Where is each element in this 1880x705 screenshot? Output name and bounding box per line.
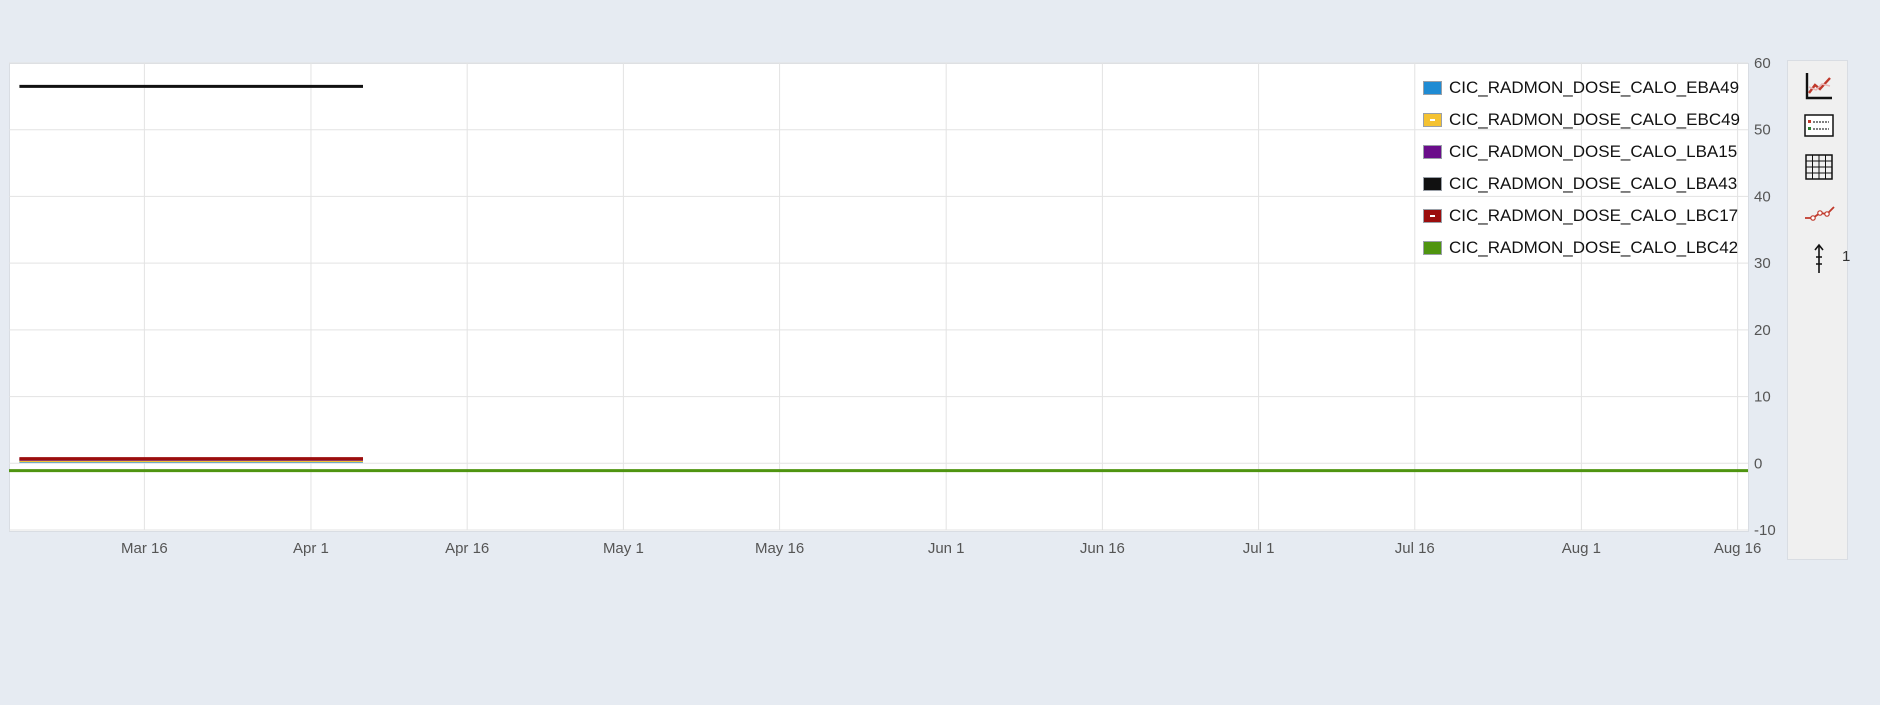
x-axis: Mar 16 Apr 1 Apr 16 May 1 May 16 Jun 1 Jun 16 J… [121, 540, 1761, 557]
legend-swatch [1423, 176, 1443, 191]
legend-icon[interactable] [1802, 109, 1836, 143]
legend-item[interactable]: CIC_RADMON_DOSE_CALO_LBC42 [1423, 236, 1740, 259]
y-tick-label: 30 [1754, 255, 1771, 272]
y-tick-label: 60 [1754, 55, 1771, 72]
legend-item[interactable]: CIC_RADMON_DOSE_CALO_LBA43 [1423, 172, 1740, 195]
chart-toolbar: 1 [1787, 60, 1850, 560]
legend-label: CIC_RADMON_DOSE_CALO_LBA43 [1449, 173, 1738, 193]
legend-label: CIC_RADMON_DOSE_CALO_EBA49 [1449, 77, 1740, 97]
y-tick-label: 20 [1754, 322, 1771, 339]
legend-swatch [1423, 240, 1443, 255]
legend-swatch [1423, 208, 1443, 223]
y-tick-label: 40 [1754, 188, 1771, 205]
legend-swatch [1423, 144, 1443, 159]
markers-icon[interactable] [1802, 196, 1836, 230]
legend-swatch [1423, 80, 1443, 95]
x-tick-label: Jun 1 [928, 540, 965, 557]
x-tick-label: Apr 1 [293, 540, 329, 557]
legend-item[interactable]: CIC_RADMON_DOSE_CALO_LBA15 [1423, 140, 1740, 163]
legend-label: CIC_RADMON_DOSE_CALO_EBC49 [1449, 109, 1740, 129]
y-tick-label: 0 [1754, 455, 1762, 472]
legend-label: CIC_RADMON_DOSE_CALO_LBC17 [1449, 205, 1739, 225]
legend-item[interactable]: CIC_RADMON_DOSE_CALO_EBC49 [1423, 108, 1740, 131]
axis-scale-icon[interactable]: 1 [1802, 242, 1850, 276]
legend: CIC_RADMON_DOSE_CALO_EBA49 CIC_RADMON_DOS… [1423, 76, 1740, 259]
x-tick-label: Aug 16 [1714, 540, 1762, 557]
y-tick-label: 50 [1754, 122, 1771, 139]
chart-icon[interactable] [1802, 69, 1836, 103]
y-tick-label: 10 [1754, 389, 1771, 406]
x-tick-label: Mar 16 [121, 540, 168, 557]
legend-label: CIC_RADMON_DOSE_CALO_LBA15 [1449, 141, 1738, 161]
legend-item[interactable]: CIC_RADMON_DOSE_CALO_LBC17 [1423, 204, 1740, 227]
x-tick-label: May 1 [603, 540, 644, 557]
y-axis: 60 50 40 30 20 10 0 -10 [1754, 55, 1776, 539]
x-tick-label: Apr 16 [445, 540, 489, 557]
x-tick-label: May 16 [755, 540, 804, 557]
legend-swatch [1423, 112, 1443, 127]
x-tick-label: Jul 16 [1395, 540, 1435, 557]
grid-icon[interactable] [1802, 150, 1836, 184]
x-tick-label: Jun 16 [1080, 540, 1125, 557]
y-tick-label: -10 [1754, 522, 1776, 539]
legend-item[interactable]: CIC_RADMON_DOSE_CALO_EBA49 [1423, 76, 1740, 99]
x-tick-label: Aug 1 [1562, 540, 1601, 557]
x-tick-label: Jul 1 [1243, 540, 1275, 557]
axis-count: 1 [1842, 248, 1851, 265]
legend-label: CIC_RADMON_DOSE_CALO_LBC42 [1449, 237, 1739, 257]
